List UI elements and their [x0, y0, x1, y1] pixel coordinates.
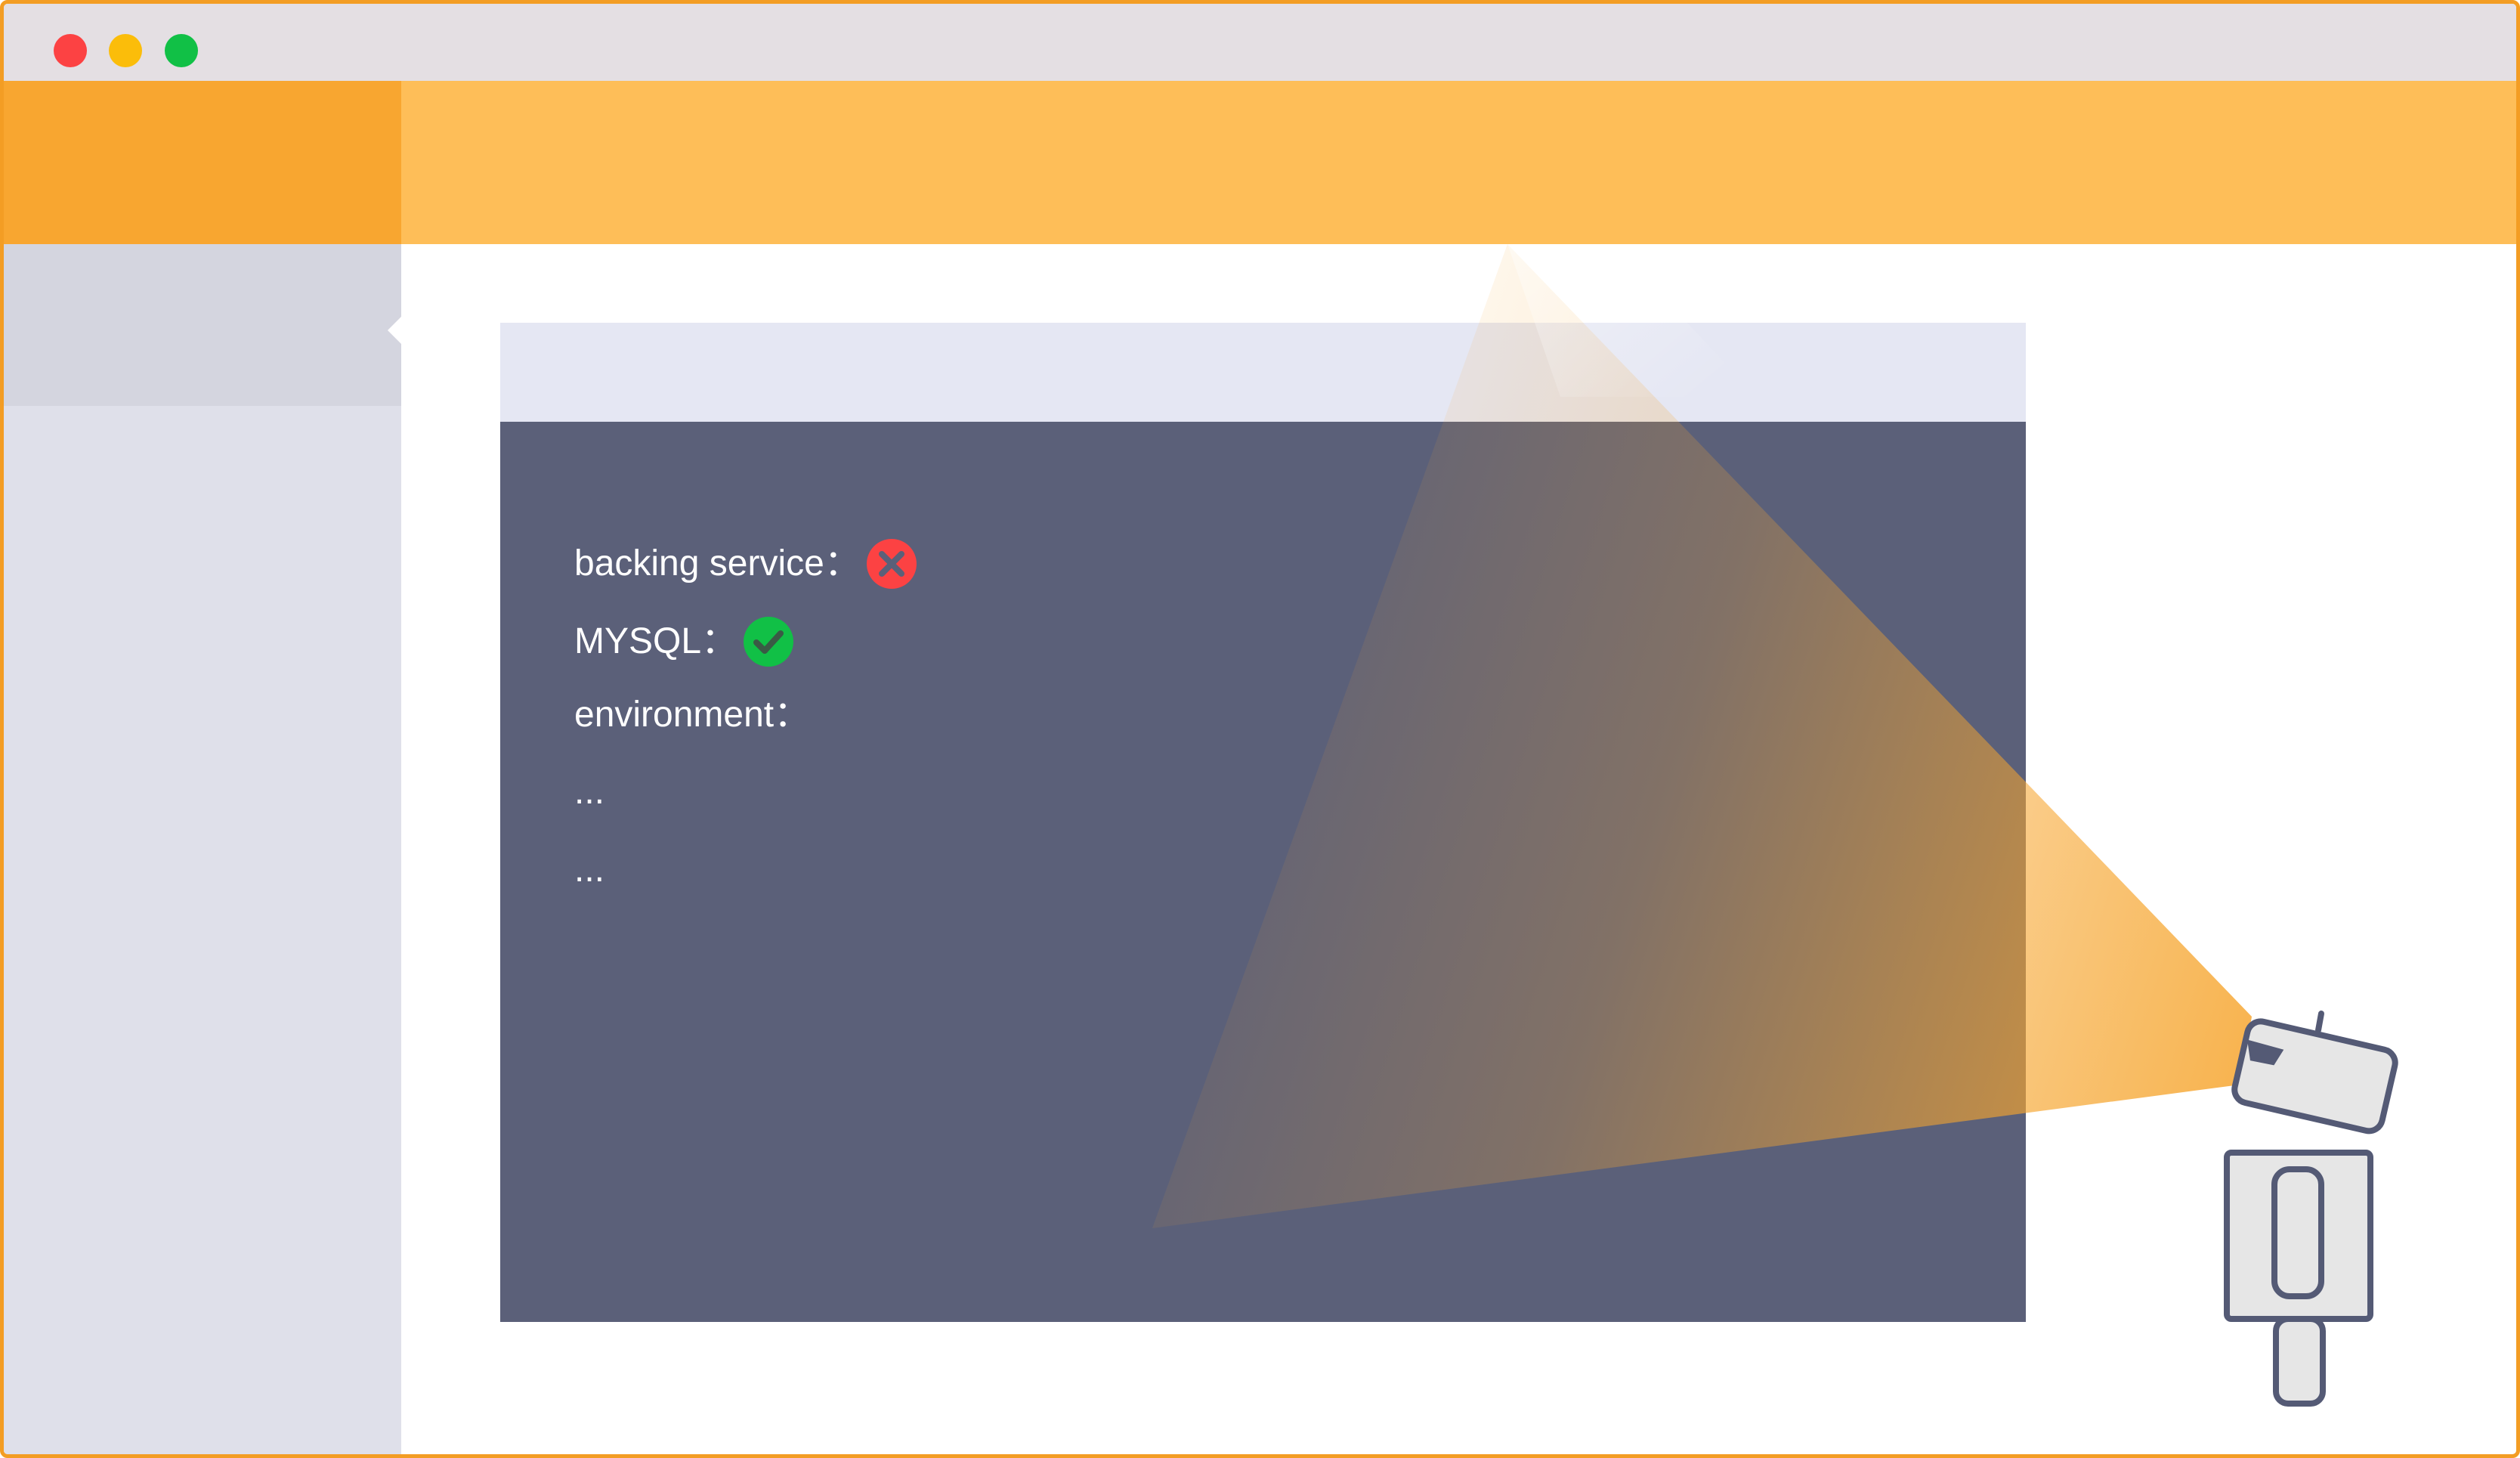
x-circle-icon — [866, 539, 917, 589]
status-row-environment: environment： — [574, 692, 810, 738]
status-row-ellipsis: ... — [574, 769, 604, 815]
header-logo-area — [4, 81, 401, 244]
status-row-ellipsis: ... — [574, 847, 604, 893]
panel-header — [500, 323, 2026, 422]
status-row-label: ... — [574, 772, 605, 812]
status-row-label: MYSQL： — [574, 621, 738, 661]
sidebar — [4, 244, 401, 1454]
active-item-pointer — [388, 314, 404, 347]
status-row-label: environment： — [574, 695, 811, 735]
status-row-label: ... — [574, 850, 605, 890]
status-row-backing-service: backing service： — [574, 539, 917, 589]
status-panel: backing service： MYSQL： environment： ... — [500, 323, 2026, 1322]
status-row-label: backing service： — [574, 543, 861, 584]
maximize-window-button[interactable] — [165, 34, 198, 67]
app-window: backing service： MYSQL： environment： ... — [0, 0, 2520, 1458]
close-window-button[interactable] — [54, 34, 87, 67]
minimize-window-button[interactable] — [109, 34, 142, 67]
panel-body: backing service： MYSQL： environment： ... — [500, 422, 2026, 1322]
title-bar — [4, 4, 2516, 81]
check-circle-icon — [744, 617, 794, 667]
sidebar-item-active[interactable] — [4, 244, 401, 406]
camera-robot-icon — [2224, 1011, 2398, 1407]
status-row-mysql: MYSQL： — [574, 617, 794, 667]
